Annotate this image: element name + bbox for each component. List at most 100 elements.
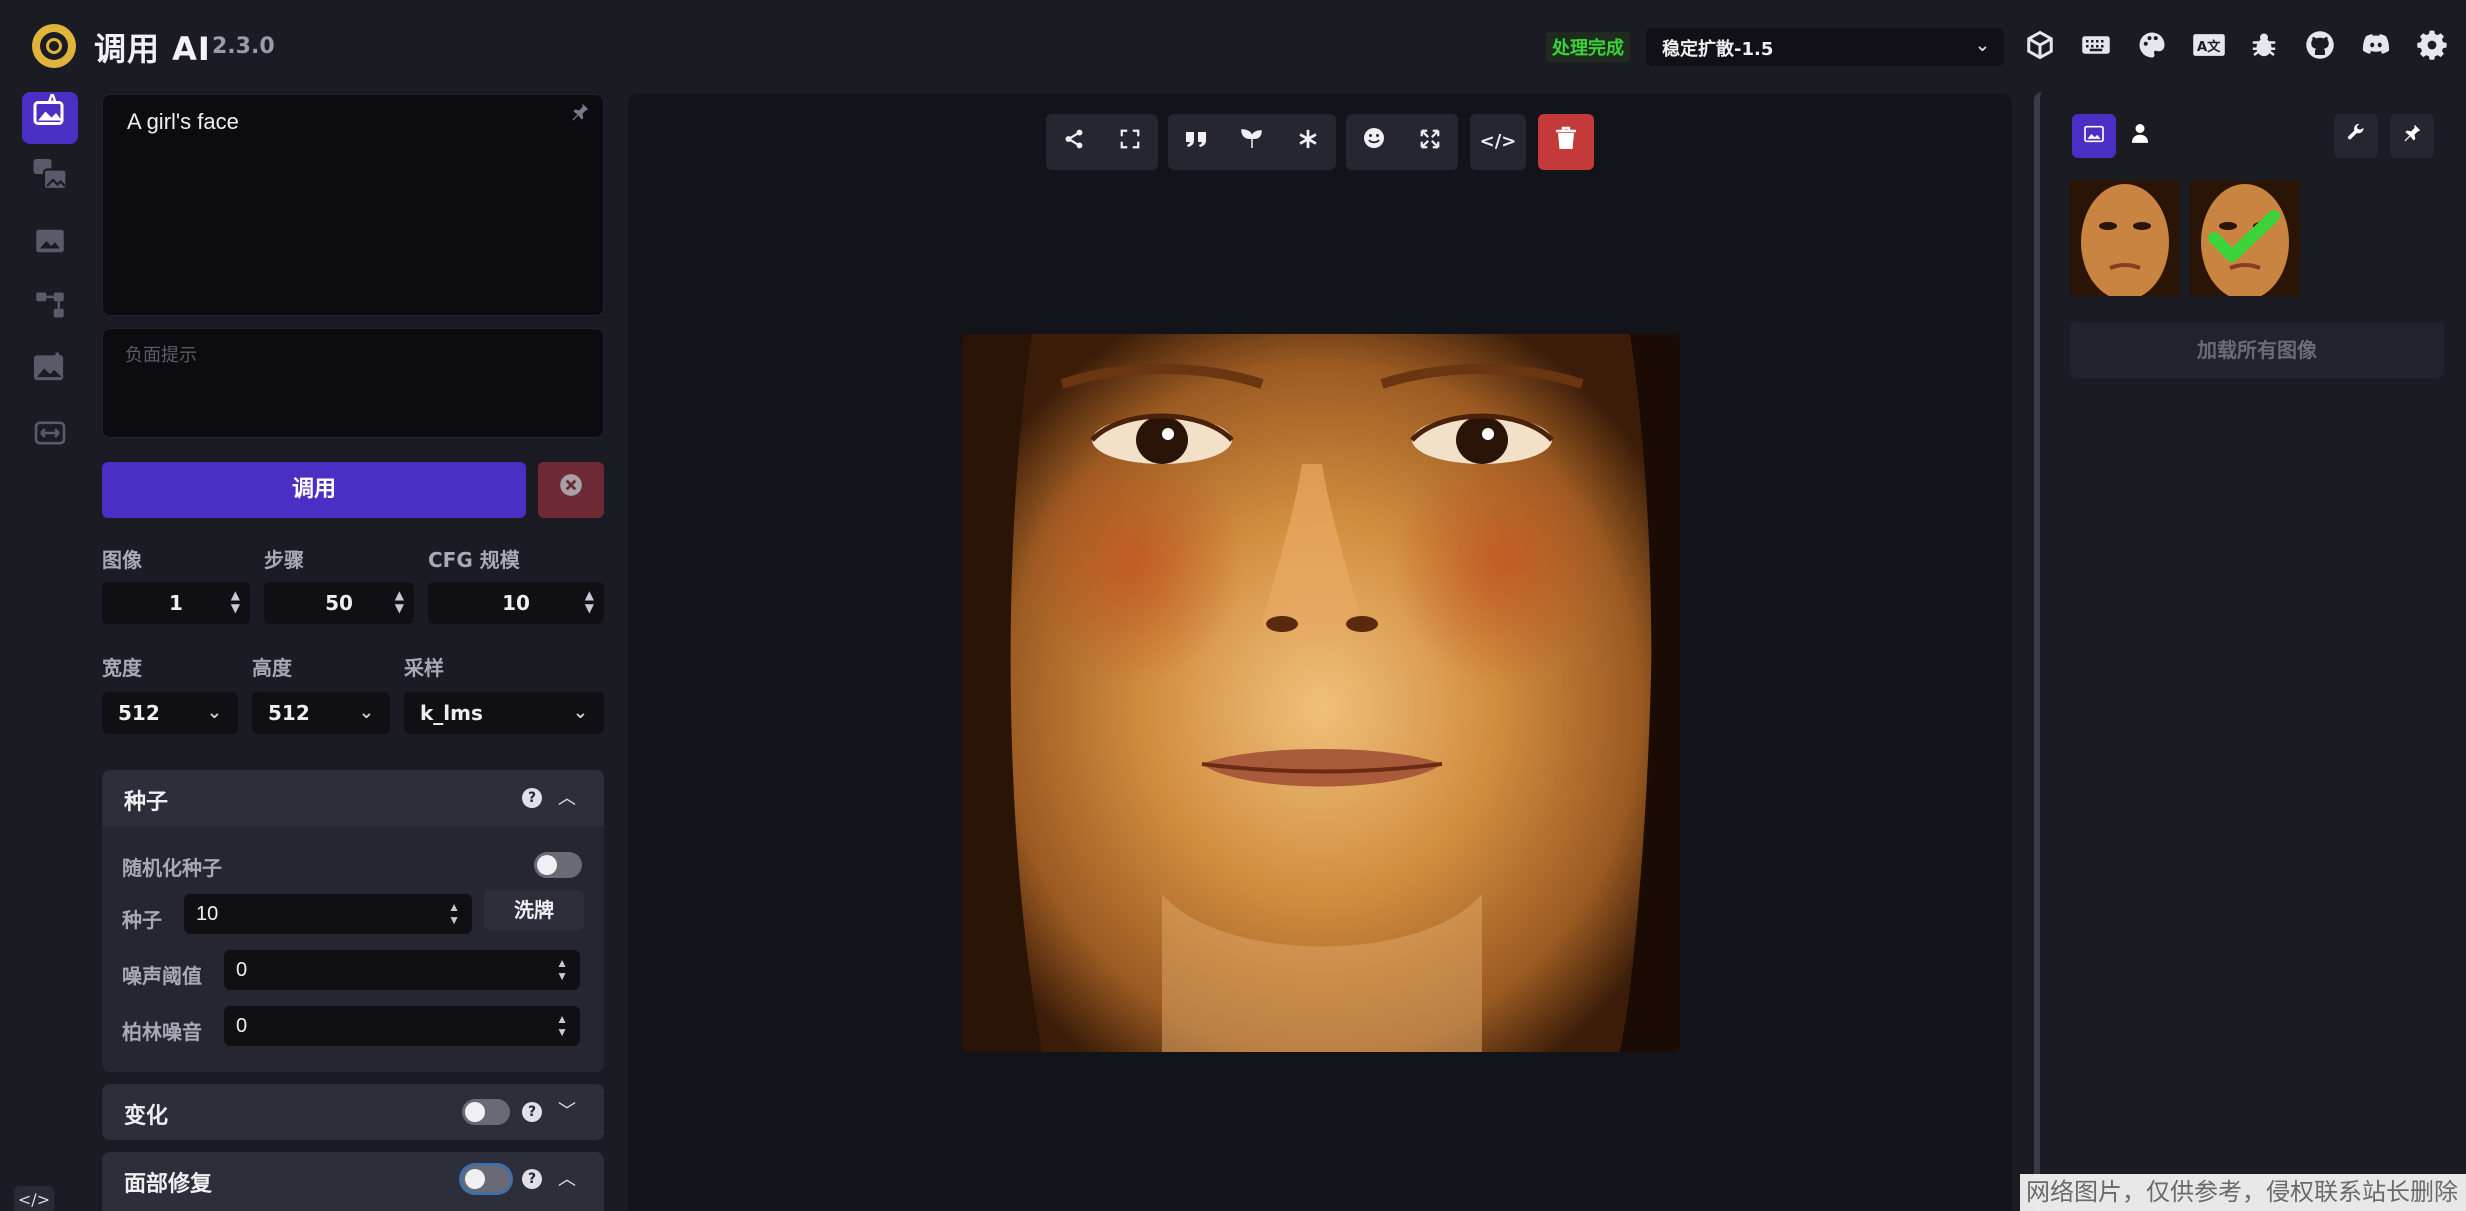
help-icon[interactable]: ? (522, 1169, 542, 1189)
wrench-icon[interactable] (2334, 114, 2378, 158)
gallery-images-tab[interactable] (2072, 114, 2116, 158)
user-icon[interactable] (2118, 114, 2162, 158)
face-restore-section[interactable]: 面部修复 ? ︿ (102, 1152, 604, 1211)
load-all-images-button[interactable]: 加载所有图像 (2070, 322, 2444, 378)
chevron-down-icon[interactable]: ﹀ (558, 1097, 576, 1123)
shuffle-button[interactable]: 洗牌 (484, 890, 584, 930)
random-seed-toggle[interactable] (534, 852, 582, 878)
keyboard-icon[interactable] (2080, 30, 2112, 62)
seed-section-title: 种子 (124, 790, 169, 815)
width-select[interactable]: 512 ⌄ (102, 692, 238, 734)
discord-icon[interactable] (2360, 30, 2392, 62)
trash-icon (1555, 126, 1577, 156)
steps-input[interactable]: 50 ▲ ▼ (264, 582, 414, 624)
chevron-down-icon: ⌄ (358, 702, 374, 723)
upscale-icon[interactable] (1402, 114, 1458, 170)
stepper-icon[interactable]: ▲ ▼ (448, 894, 460, 927)
seed-input[interactable]: 10 ▲ ▼ (184, 894, 472, 934)
bug-icon[interactable] (2248, 30, 2280, 62)
cube-icon[interactable] (2024, 30, 2056, 62)
height-label: 高度 (252, 656, 292, 680)
gallery-thumbnail[interactable] (2070, 180, 2180, 296)
perlin-noise-value: 0 (236, 1015, 248, 1037)
chevron-up-icon[interactable]: ︿ (558, 1165, 576, 1191)
cfg-input[interactable]: 10 ▲ ▼ (428, 582, 604, 624)
asterisk-icon[interactable] (1280, 114, 1336, 170)
svg-text:A: A (47, 93, 58, 108)
invoke-button[interactable]: 调用 (102, 462, 526, 518)
variation-section-title: 变化 (124, 1104, 169, 1129)
toolbar-group-code: </> (1470, 114, 1526, 170)
prompt-input[interactable]: A girl's face (102, 94, 604, 316)
gallery-thumbnail-selected[interactable] (2190, 180, 2300, 296)
seed-section-header[interactable]: 种子 ? ︿ (102, 770, 604, 826)
cancel-button[interactable] (538, 462, 604, 518)
width-value: 512 (118, 701, 160, 725)
toolbar-group-params (1168, 114, 1336, 170)
face-restore-toggle[interactable] (462, 1166, 510, 1192)
code-icon[interactable]: </> (1470, 114, 1526, 170)
model-select[interactable]: 稳定扩散-1.5 ⌄ (1646, 28, 2004, 66)
expand-icon[interactable] (1102, 114, 1158, 170)
images-input[interactable]: 1 ▲ ▼ (102, 582, 250, 624)
chevron-down-icon: ⌄ (1974, 35, 1990, 56)
delete-button[interactable] (1538, 114, 1594, 170)
random-seed-label: 随机化种子 (122, 856, 222, 880)
sampler-select[interactable]: k_lms ⌄ (404, 692, 604, 734)
code-icon[interactable]: </> (14, 1186, 54, 1211)
sampler-label: 采样 (404, 656, 444, 680)
noise-threshold-label: 噪声阈值 (122, 964, 202, 988)
gear-icon[interactable] (2416, 30, 2448, 62)
noise-threshold-input[interactable]: 0 ▲ ▼ (224, 950, 580, 990)
pin-icon[interactable] (570, 102, 590, 127)
model-select-value: 稳定扩散-1.5 (1662, 39, 1774, 60)
variation-toggle[interactable] (462, 1099, 510, 1125)
pin-icon[interactable] (2390, 114, 2434, 158)
nav-training-icon[interactable] (22, 412, 78, 464)
height-select[interactable]: 512 ⌄ (252, 692, 390, 734)
stepper-icon[interactable]: ▲ ▼ (395, 582, 404, 615)
stepper-icon[interactable]: ▲ ▼ (585, 582, 594, 615)
nav-inpainting-icon[interactable] (22, 220, 78, 272)
perlin-noise-input[interactable]: 0 ▲ ▼ (224, 1006, 580, 1046)
watermark: 网络图片，仅供参考，侵权联系站长删除 (2020, 1174, 2466, 1211)
variation-section[interactable]: 变化 ? ﹀ (102, 1084, 604, 1140)
seedling-icon[interactable] (1224, 114, 1280, 170)
translate-icon[interactable]: A文 (2192, 30, 2225, 62)
status-badge: 处理完成 (1546, 32, 1630, 62)
toolbar-group-face (1346, 114, 1458, 170)
face-restore-section-title: 面部修复 (124, 1172, 213, 1197)
nav-nodes-icon[interactable] (22, 284, 78, 336)
chevron-down-icon: ⌄ (206, 702, 222, 723)
nav-outpainting-icon[interactable] (22, 348, 78, 400)
palette-icon[interactable] (2136, 30, 2168, 62)
header: 调用 AI 2.3.0 处理完成 稳定扩散-1.5 ⌄ A文 (0, 0, 2466, 92)
chevron-up-icon[interactable]: ︿ (558, 784, 576, 810)
stepper-icon[interactable]: ▲ ▼ (231, 582, 240, 615)
app-title: 调用 AI (94, 30, 211, 68)
perlin-noise-label: 柏林噪音 (122, 1020, 202, 1044)
cfg-value: 10 (502, 591, 530, 615)
toolbar-group-share (1046, 114, 1158, 170)
negative-prompt-input[interactable]: 负面提示 (102, 328, 604, 438)
smile-icon[interactable] (1346, 114, 1402, 170)
stepper-icon[interactable]: ▲ ▼ (556, 1006, 568, 1039)
logo-icon (32, 24, 76, 68)
cfg-label: CFG 规模 (428, 548, 520, 572)
help-icon[interactable]: ? (522, 788, 542, 808)
images-label: 图像 (102, 548, 142, 572)
quote-icon[interactable] (1168, 114, 1224, 170)
github-icon[interactable] (2304, 30, 2336, 62)
help-icon[interactable]: ? (522, 1102, 542, 1122)
chevron-down-icon: ⌄ (572, 702, 588, 723)
nav-text-to-image-icon[interactable]: A (22, 92, 78, 144)
generated-image[interactable] (962, 334, 1680, 1052)
images-value: 1 (169, 591, 183, 615)
steps-value: 50 (325, 591, 353, 615)
stepper-icon[interactable]: ▲ ▼ (556, 950, 568, 983)
share-icon[interactable] (1046, 114, 1102, 170)
app-version: 2.3.0 (212, 34, 275, 59)
gallery-panel: 加载所有图像 (2034, 92, 2466, 1211)
width-label: 宽度 (102, 656, 142, 680)
nav-image-to-image-icon[interactable] (22, 156, 78, 208)
